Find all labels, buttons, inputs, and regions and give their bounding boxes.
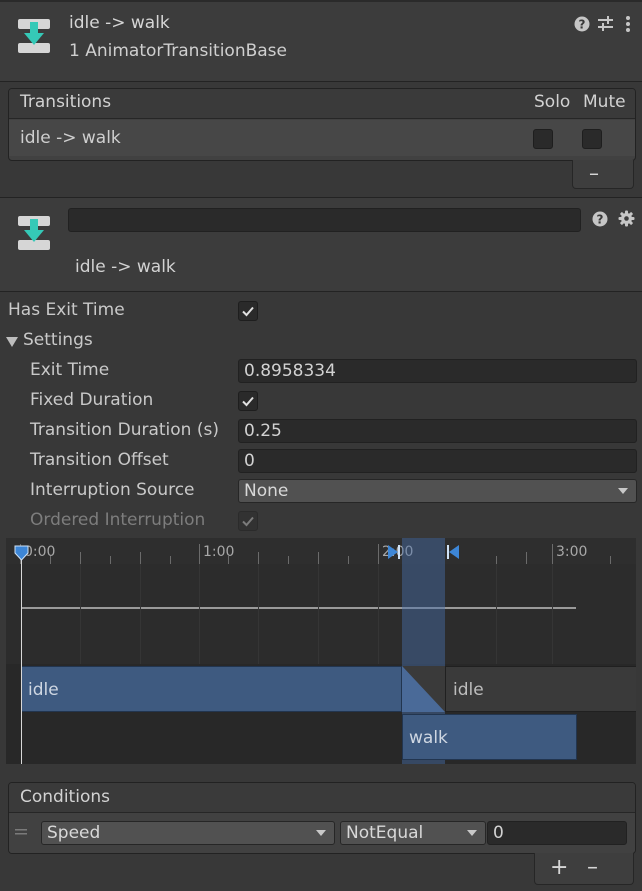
gear-icon[interactable] (618, 210, 635, 227)
remove-transition-button[interactable]: – (572, 160, 634, 189)
header-subtitle: 1 AnimatorTransitionBase (69, 41, 287, 61)
svg-text:?: ? (579, 18, 586, 32)
chevron-down-icon (618, 488, 628, 494)
has-exit-time-label: Has Exit Time (8, 300, 125, 320)
condition-mode-value: NotEqual (346, 823, 424, 843)
chevron-down-icon (467, 830, 477, 836)
timeline-graph (6, 564, 636, 664)
transition-row[interactable]: idle -> walk (9, 120, 635, 156)
condition-row[interactable]: Speed NotEqual 0 (9, 814, 635, 853)
condition-mode-dropdown[interactable]: NotEqual (340, 821, 486, 845)
add-condition-button[interactable]: + (550, 855, 568, 880)
help-icon[interactable]: ? (592, 211, 608, 227)
ruler-label-3: 3:00 (556, 544, 588, 560)
header-bar: idle -> walk 1 AnimatorTransitionBase ? (0, 2, 642, 82)
transition-name-field[interactable] (68, 208, 581, 232)
transitions-heading: Transitions (20, 92, 112, 112)
fixed-duration-label: Fixed Duration (30, 390, 154, 410)
svg-text:?: ? (597, 213, 604, 227)
transition-icon (18, 216, 50, 250)
conditions-heading: Conditions (20, 787, 110, 807)
settings-foldout[interactable]: Settings (23, 330, 93, 350)
condition-parameter-dropdown[interactable]: Speed (41, 821, 335, 845)
interruption-source-label: Interruption Source (30, 480, 195, 500)
divider (0, 291, 642, 292)
timeline-curve (21, 607, 576, 609)
inspector-header: ? idle -> walk (0, 198, 642, 291)
preset-icon[interactable] (597, 15, 614, 32)
transitions-list: Transitions Solo Mute idle -> walk (8, 88, 636, 161)
condition-parameter-value: Speed (47, 823, 101, 843)
transition-duration-field[interactable]: 0.25 (238, 419, 637, 443)
chevron-down-icon (316, 830, 326, 836)
remove-transition-label: – (589, 161, 599, 185)
conditions-footer: + – (534, 853, 634, 885)
exit-time-field[interactable]: 0.8958334 (238, 359, 637, 383)
solo-column-header: Solo (534, 92, 571, 112)
has-exit-time-checkbox[interactable] (238, 301, 258, 321)
ordered-interruption-checkbox (238, 511, 258, 531)
ordered-interruption-label: Ordered Interruption (30, 510, 206, 530)
interruption-source-dropdown[interactable]: None (238, 479, 637, 503)
header-title: idle -> walk (69, 13, 170, 33)
inspector-subtitle: idle -> walk (75, 257, 176, 277)
solo-checkbox[interactable] (533, 129, 553, 149)
transition-end-marker-icon[interactable] (447, 545, 459, 559)
transition-blend-top (402, 666, 445, 712)
clip-idle[interactable]: idle (21, 666, 402, 712)
transition-start-marker-icon[interactable] (388, 545, 400, 559)
transition-icon (18, 19, 50, 53)
transition-offset-label: Transition Offset (30, 450, 169, 470)
remove-condition-button[interactable]: – (587, 855, 598, 880)
transition-offset-field[interactable]: 0 (238, 449, 637, 473)
interruption-source-value: None (244, 481, 289, 501)
transition-timeline[interactable]: 0:00 1:00 2:00 3:00 idle idle walk (6, 538, 636, 764)
conditions-list: Conditions Speed NotEqual 0 (8, 782, 636, 854)
mute-column-header: Mute (583, 92, 626, 112)
divider (0, 81, 642, 82)
transitions-list-header: Transitions Solo Mute (9, 89, 635, 119)
drag-handle-icon[interactable] (15, 828, 27, 836)
clip-walk-label: walk (409, 728, 448, 748)
clip-idle-2[interactable]: idle (445, 666, 636, 712)
clip-idle-label: idle (28, 680, 59, 700)
more-icon[interactable] (625, 15, 631, 33)
exit-time-label: Exit Time (30, 360, 110, 380)
mute-checkbox[interactable] (582, 129, 602, 149)
fixed-duration-checkbox[interactable] (238, 391, 258, 411)
condition-value-field[interactable]: 0 (487, 821, 627, 845)
clip-walk[interactable]: walk (402, 714, 577, 760)
playhead-handle-icon[interactable] (14, 545, 29, 561)
conditions-header: Conditions (9, 783, 635, 813)
foldout-arrow-icon[interactable] (6, 336, 18, 348)
ruler-label-1: 1:00 (203, 544, 235, 560)
timeline-ruler[interactable]: 0:00 1:00 2:00 3:00 (6, 538, 636, 564)
transition-row-label: idle -> walk (20, 128, 121, 148)
help-icon[interactable]: ? (574, 16, 590, 32)
playhead-line (21, 552, 22, 764)
transition-duration-label: Transition Duration (s) (30, 420, 219, 440)
clip-idle-2-label: idle (453, 680, 484, 700)
